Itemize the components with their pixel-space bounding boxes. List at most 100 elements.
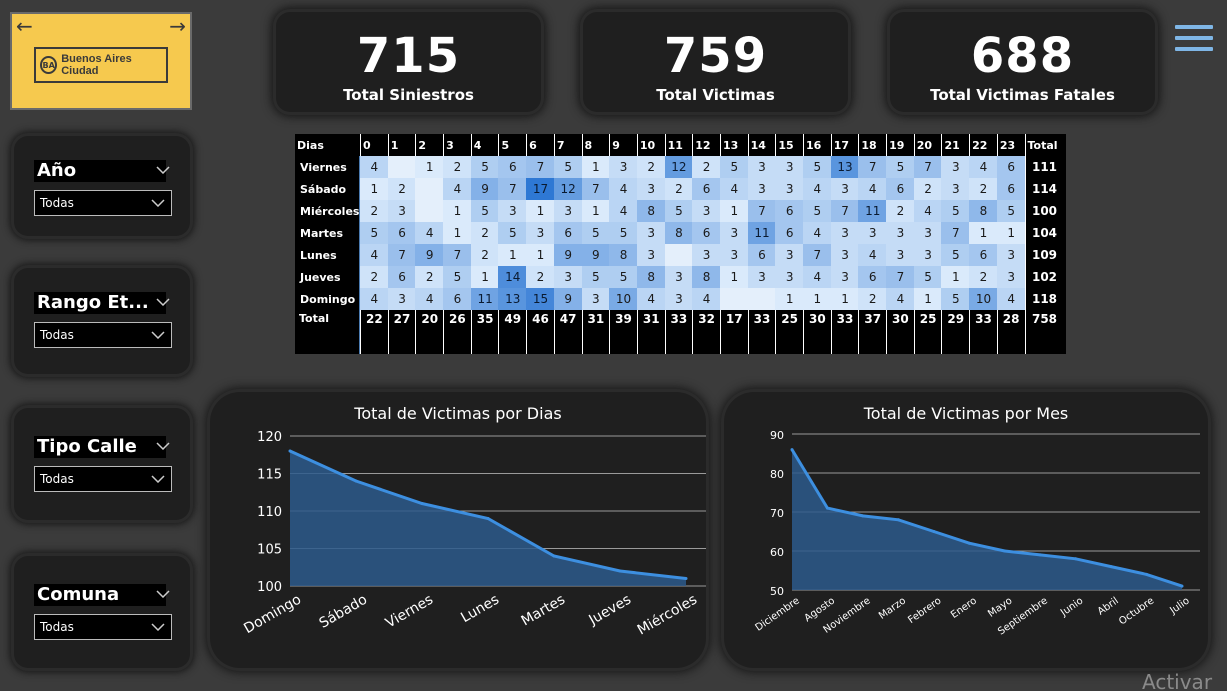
matrix-value-cell: 12 bbox=[553, 178, 582, 200]
y-tick-label: 50 bbox=[770, 585, 784, 598]
matrix-value-cell: 6 bbox=[553, 222, 582, 244]
chevron-down-icon[interactable] bbox=[156, 166, 170, 174]
data-point bbox=[790, 448, 794, 452]
matrix-day-label: Miércoles bbox=[295, 200, 360, 222]
matrix-value-cell: 8 bbox=[969, 200, 997, 222]
matrix-value-cell: 5 bbox=[581, 266, 610, 288]
matrix-column-total: 39 bbox=[609, 310, 637, 354]
matrix-value-cell: 3 bbox=[886, 222, 914, 244]
matrix-value-cell: 9 bbox=[581, 244, 610, 266]
matrix-column-total: 30 bbox=[886, 310, 914, 354]
data-point bbox=[552, 554, 556, 558]
kpi-label: Total Victimas bbox=[656, 86, 775, 104]
matrix-value-cell: 7 bbox=[747, 200, 776, 222]
matrix-value-cell: 6 bbox=[692, 178, 720, 200]
matrix-row: Viernes 4 1 2 5 6 7 5 1 3 2 12 2 5 3 3 5 13 7 5 7 3 4 6 111 bbox=[295, 156, 1066, 178]
matrix-value-cell: 5 bbox=[886, 156, 914, 178]
data-point bbox=[967, 541, 971, 545]
x-category-label: Julio bbox=[1167, 595, 1191, 617]
data-point bbox=[354, 479, 358, 483]
matrix-value-cell: 5 bbox=[719, 156, 748, 178]
slicer-title: Comuna bbox=[34, 584, 166, 606]
slicer-title: Tipo Calle bbox=[34, 436, 166, 458]
back-arrow-icon[interactable]: ← bbox=[16, 16, 33, 36]
matrix-value-cell: 2 bbox=[443, 156, 471, 178]
x-category-label: Enero bbox=[949, 595, 979, 621]
matrix-value-cell: 6 bbox=[692, 222, 720, 244]
matrix-value-cell: 3 bbox=[996, 244, 1025, 266]
matrix-hour-header: 0 bbox=[360, 134, 388, 156]
slicer-dropdown[interactable]: Todas bbox=[34, 322, 172, 348]
slicer-tipo-calle: Tipo Calle Todas bbox=[14, 408, 190, 520]
matrix-column-total: 17 bbox=[719, 310, 748, 354]
matrix-value-cell: 3 bbox=[830, 222, 859, 244]
kpi-value: 759 bbox=[663, 28, 768, 84]
logo-seal-icon: BA bbox=[40, 56, 58, 74]
chevron-down-icon[interactable] bbox=[156, 590, 170, 598]
matrix-totals-row: Total 22 27 20 26 35 49 46 47 31 39 31 33 32 17 33 25 30 3… bbox=[295, 310, 1066, 354]
matrix-value-cell: 2 bbox=[886, 200, 914, 222]
matrix-value-cell: 4 bbox=[360, 156, 388, 178]
matrix-value-cell: 4 bbox=[803, 266, 831, 288]
matrix-value-cell: 5 bbox=[803, 156, 831, 178]
matrix-value-cell: 2 bbox=[360, 266, 388, 288]
matrix-column-total: 33 bbox=[969, 310, 997, 354]
matrix-value-cell: 4 bbox=[858, 178, 887, 200]
matrix-value-cell: 5 bbox=[941, 288, 970, 310]
data-point bbox=[1003, 549, 1007, 553]
data-point bbox=[825, 506, 829, 510]
forward-arrow-icon[interactable]: → bbox=[169, 16, 186, 36]
matrix-value-cell: 6 bbox=[996, 156, 1025, 178]
matrix-value-cell: 5 bbox=[498, 222, 527, 244]
matrix-row: Domingo 4 3 4 6 11 13 15 9 3 10 4 3 4 1 1 1 2 4 1 5 10 4 118 bbox=[295, 288, 1066, 310]
matrix-value-cell: 3 bbox=[636, 222, 665, 244]
matrix-value-cell: 9 bbox=[553, 244, 582, 266]
matrix-value-cell: 7 bbox=[581, 178, 610, 200]
x-category-label: Diciembre bbox=[754, 595, 802, 633]
matrix-value-cell: 7 bbox=[387, 244, 416, 266]
data-point bbox=[1180, 584, 1184, 588]
matrix-hour-header: 15 bbox=[775, 134, 803, 156]
slicer-dropdown[interactable]: Todas bbox=[34, 190, 172, 216]
matrix-value-cell: 2 bbox=[664, 178, 693, 200]
matrix-value-cell: 3 bbox=[941, 156, 970, 178]
x-category-label: Mayo bbox=[986, 595, 1014, 619]
matrix-value-cell: 4 bbox=[719, 178, 748, 200]
matrix-column-total: 27 bbox=[387, 310, 416, 354]
matrix-value-cell: 1 bbox=[443, 200, 471, 222]
matrix-value-cell: 3 bbox=[664, 288, 693, 310]
matrix-column-total: 30 bbox=[803, 310, 831, 354]
matrix-value-cell: 3 bbox=[553, 266, 582, 288]
x-category-label: Abril bbox=[1096, 595, 1121, 617]
matrix-value-cell: 3 bbox=[913, 222, 942, 244]
matrix-hour-header: 6 bbox=[526, 134, 554, 156]
matrix-column-total: 25 bbox=[775, 310, 803, 354]
slicer-dropdown[interactable]: Todas bbox=[34, 614, 172, 640]
matrix-value-cell: 1 bbox=[719, 266, 748, 288]
matrix-hour-header: 3 bbox=[443, 134, 471, 156]
matrix-hour-header: 7 bbox=[553, 134, 582, 156]
data-point bbox=[288, 449, 292, 453]
matrix-value-cell: 10 bbox=[609, 288, 637, 310]
kpi-total-victimas: 759 Total Victimas bbox=[583, 12, 848, 112]
matrix-value-cell: 6 bbox=[387, 266, 416, 288]
matrix-value-cell: 3 bbox=[719, 222, 748, 244]
matrix-value-cell: 3 bbox=[747, 156, 776, 178]
logo-card: ← → BA Buenos Aires Ciudad bbox=[10, 12, 192, 110]
menu-icon[interactable] bbox=[1175, 25, 1213, 55]
matrix-row: Jueves 2 6 2 5 1 14 2 3 5 5 8 3 8 1 3 3 4 3 6 7 5 1 2 3 102 bbox=[295, 266, 1066, 288]
y-tick-label: 90 bbox=[770, 429, 784, 442]
dropdown-value: Todas bbox=[40, 620, 74, 634]
logo-text: Buenos Aires Ciudad bbox=[61, 53, 132, 77]
matrix-value-cell: 5 bbox=[941, 200, 970, 222]
chevron-down-icon bbox=[151, 331, 165, 339]
chevron-down-icon[interactable] bbox=[156, 298, 170, 306]
slicer-dropdown[interactable]: Todas bbox=[34, 466, 172, 492]
matrix-value-cell: 17 bbox=[526, 178, 554, 200]
kpi-label: Total Victimas Fatales bbox=[930, 86, 1115, 104]
heatmap-matrix: Dias 0 1 2 3 4 5 6 7 8 9 10 11 12 13 14 15 16 17 18 19 20 21 22… bbox=[295, 134, 1066, 354]
matrix-value-cell: 3 bbox=[387, 200, 416, 222]
matrix-value-cell: 5 bbox=[360, 222, 388, 244]
data-point bbox=[896, 518, 900, 522]
chevron-down-icon[interactable] bbox=[156, 442, 170, 450]
